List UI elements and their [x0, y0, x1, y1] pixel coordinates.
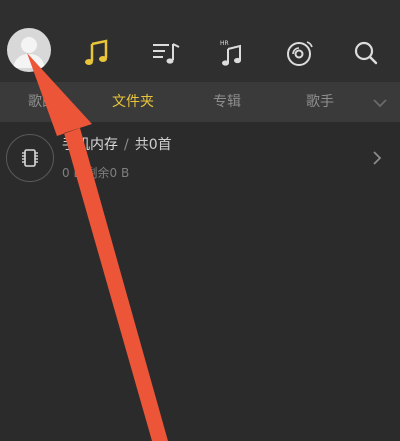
top-bar: HR	[0, 0, 400, 82]
storage-subtitle: 0 B,剩余0 B	[62, 166, 130, 180]
tab-artist[interactable]: 歌手	[306, 82, 334, 122]
tab-album[interactable]: 专辑	[213, 82, 241, 122]
music-note-icon[interactable]	[82, 38, 112, 68]
tab-folder[interactable]: 文件夹	[112, 82, 154, 122]
separator: /	[124, 137, 129, 153]
playlist-icon[interactable]	[151, 38, 181, 68]
storage-title-line: 手机内存 / 共0首	[62, 134, 172, 154]
chevron-down-icon[interactable]	[371, 94, 389, 112]
storage-title: 手机内存	[62, 137, 118, 153]
search-icon[interactable]	[351, 38, 381, 68]
memory-chip-icon	[6, 134, 54, 182]
radio-disc-icon[interactable]	[285, 38, 315, 68]
song-count: 共0首	[134, 137, 172, 153]
category-tabs: 歌曲 文件夹 专辑 歌手	[0, 82, 400, 122]
hr-music-icon[interactable]: HR	[218, 38, 248, 68]
chevron-right-icon	[370, 150, 384, 166]
list-item-phone-storage[interactable]: 手机内存 / 共0首 0 B,剩余0 B	[0, 122, 400, 194]
tab-songs[interactable]: 歌曲	[28, 82, 56, 122]
avatar-icon[interactable]	[7, 28, 51, 72]
svg-text:HR: HR	[220, 40, 229, 47]
